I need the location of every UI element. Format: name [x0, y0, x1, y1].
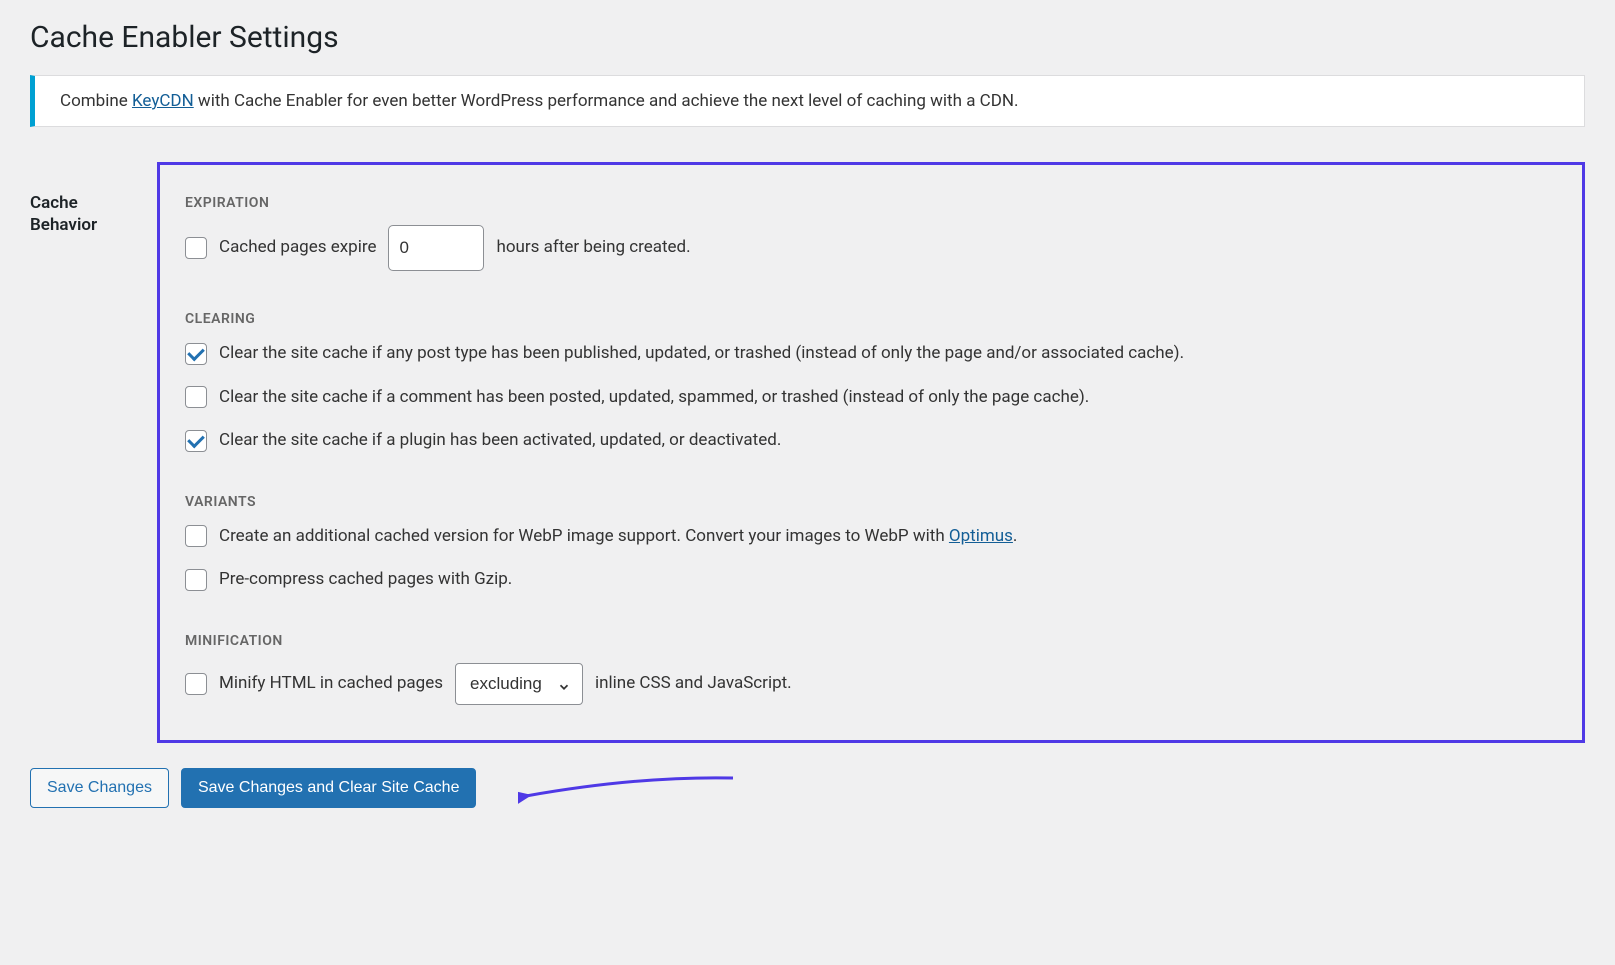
- cache-behavior-panel: EXPIRATION Cached pages expire hours aft…: [157, 162, 1585, 743]
- save-button[interactable]: Save Changes: [30, 768, 169, 808]
- minification-checkbox[interactable]: [185, 673, 207, 695]
- clearing-plugin-checkbox[interactable]: [185, 430, 207, 452]
- variants-heading: VARIANTS: [185, 494, 1557, 510]
- clearing-comment-label: Clear the site cache if a comment has be…: [219, 385, 1089, 411]
- minification-mode-select[interactable]: excluding: [455, 663, 583, 705]
- notice-suffix: with Cache Enabler for even better WordP…: [194, 91, 1019, 111]
- annotation-arrow-icon: [518, 768, 738, 808]
- variants-webp-checkbox[interactable]: [185, 525, 207, 547]
- clearing-post-type-label: Clear the site cache if any post type ha…: [219, 341, 1184, 367]
- minification-prefix: Minify HTML in cached pages: [219, 671, 443, 697]
- expiration-heading: EXPIRATION: [185, 195, 1557, 211]
- variants-gzip-label: Pre-compress cached pages with Gzip.: [219, 567, 512, 593]
- clearing-group: CLEARING Clear the site cache if any pos…: [185, 311, 1557, 454]
- clearing-plugin-label: Clear the site cache if a plugin has bee…: [219, 428, 781, 454]
- expiration-checkbox[interactable]: [185, 237, 207, 259]
- variants-webp-label: Create an additional cached version for …: [219, 524, 1017, 550]
- notice-banner: Combine KeyCDN with Cache Enabler for ev…: [30, 75, 1585, 127]
- minification-heading: MINIFICATION: [185, 633, 1557, 649]
- clearing-comment-checkbox[interactable]: [185, 386, 207, 408]
- variants-gzip-checkbox[interactable]: [185, 569, 207, 591]
- notice-prefix: Combine: [60, 91, 132, 111]
- clearing-heading: CLEARING: [185, 311, 1557, 327]
- save-and-clear-button[interactable]: Save Changes and Clear Site Cache: [181, 768, 477, 808]
- minification-group: MINIFICATION Minify HTML in cached pages…: [185, 633, 1557, 705]
- notice-keycdn-link[interactable]: KeyCDN: [132, 91, 194, 111]
- clearing-post-type-checkbox[interactable]: [185, 343, 207, 365]
- optimus-link[interactable]: Optimus: [949, 526, 1013, 546]
- variants-group: VARIANTS Create an additional cached ver…: [185, 494, 1557, 593]
- page-title: Cache Enabler Settings: [30, 20, 1585, 55]
- expiration-hours-input[interactable]: [388, 225, 484, 271]
- expiration-prefix: Cached pages expire: [219, 235, 376, 261]
- expiration-suffix: hours after being created.: [496, 235, 690, 261]
- section-label-cache-behavior: Cache Behavior: [30, 162, 142, 236]
- minification-suffix: inline CSS and JavaScript.: [595, 671, 792, 697]
- expiration-group: EXPIRATION Cached pages expire hours aft…: [185, 195, 1557, 271]
- submit-row: Save Changes Save Changes and Clear Site…: [30, 768, 1585, 808]
